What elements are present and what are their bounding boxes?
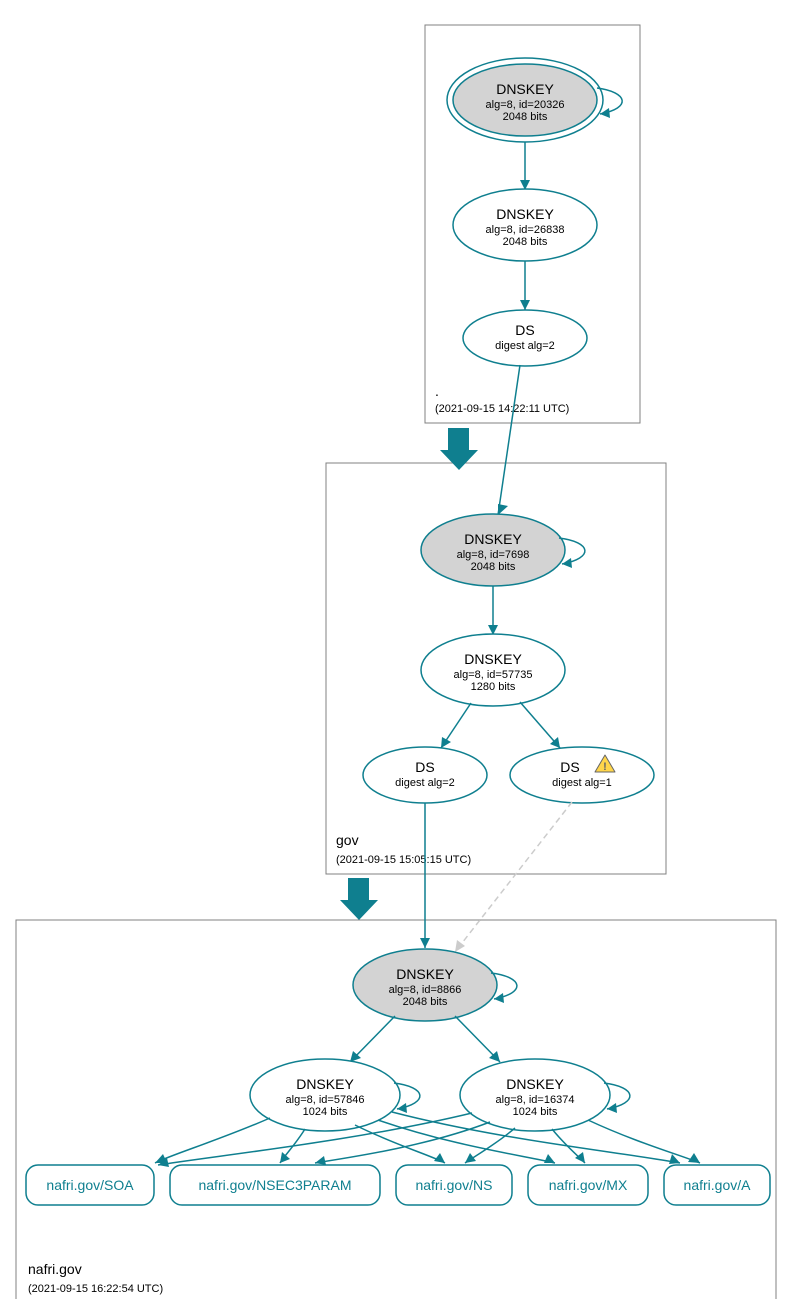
root-zsk-line2: 2048 bits	[503, 236, 548, 248]
arrow-root-ds-gov-ksk	[498, 504, 508, 515]
node-nafri-zsk2: DNSKEY alg=8, id=16374 1024 bits	[460, 1059, 610, 1131]
rr-nsec3param: nafri.gov/NSEC3PARAM	[170, 1165, 380, 1205]
arrow-gov-ds1-nafri-ksk	[455, 940, 465, 952]
node-root-zsk: DNSKEY alg=8, id=26838 2048 bits	[453, 189, 597, 261]
node-gov-ds2: DS digest alg=2	[363, 747, 487, 803]
arrow-zsk2-nsec	[315, 1156, 326, 1165]
rr-a: nafri.gov/A	[664, 1165, 770, 1205]
arrow-nafri-zsk2-self	[607, 1103, 617, 1113]
nafri-zsk2-title: DNSKEY	[506, 1076, 564, 1092]
root-ksk-line1: alg=8, id=20326	[486, 99, 565, 111]
rr-mx-label: nafri.gov/MX	[549, 1177, 628, 1193]
zone-nafri-time: (2021-09-15 16:22:54 UTC)	[28, 1283, 163, 1295]
node-root-ksk: DNSKEY alg=8, id=20326 2048 bits	[447, 58, 603, 142]
nafri-zsk2-line1: alg=8, id=16374	[496, 1094, 575, 1106]
arrow-zsk2-a	[688, 1153, 700, 1163]
root-zsk-title: DNSKEY	[496, 206, 554, 222]
nafri-zsk2-line2: 1024 bits	[513, 1106, 558, 1118]
zone-gov-label: gov	[336, 832, 359, 848]
arrow-zsk1-nsec	[280, 1152, 290, 1163]
rr-nsec3param-label: nafri.gov/NSEC3PARAM	[198, 1177, 351, 1193]
rr-ns: nafri.gov/NS	[396, 1165, 512, 1205]
gov-ds1-line1: digest alg=1	[552, 777, 612, 789]
node-root-ds: DS digest alg=2	[463, 310, 587, 366]
root-ksk-line2: 2048 bits	[503, 111, 548, 123]
node-nafri-zsk1: DNSKEY alg=8, id=57846 1024 bits	[250, 1059, 400, 1131]
root-ds-line1: digest alg=2	[495, 340, 555, 352]
zone-gov-time: (2021-09-15 15:05:15 UTC)	[336, 854, 471, 866]
gov-ds1-title: DS	[560, 759, 579, 775]
rr-soa: nafri.gov/SOA	[26, 1165, 154, 1205]
node-gov-zsk: DNSKEY alg=8, id=57735 1280 bits	[421, 634, 565, 706]
gov-zsk-line2: 1280 bits	[471, 681, 516, 693]
gov-ksk-line2: 2048 bits	[471, 561, 516, 573]
nafri-zsk1-line1: alg=8, id=57846	[286, 1094, 365, 1106]
gov-zsk-line1: alg=8, id=57735	[454, 669, 533, 681]
zone-root-label: .	[435, 383, 439, 399]
nafri-ksk-title: DNSKEY	[396, 966, 454, 982]
dnssec-diagram: . (2021-09-15 14:22:11 UTC) DNSKEY alg=8…	[0, 0, 793, 1299]
edge-zsk1-soa	[155, 1118, 270, 1163]
arrow-root-zsk-ds	[520, 300, 530, 310]
arrow-nafri-ksk-self	[494, 993, 504, 1003]
arrow-zsk1-mx	[544, 1154, 555, 1163]
nafri-ksk-line2: 2048 bits	[403, 996, 448, 1008]
node-nafri-ksk: DNSKEY alg=8, id=8866 2048 bits	[353, 949, 497, 1021]
root-ksk-title: DNSKEY	[496, 81, 554, 97]
nafri-zsk1-title: DNSKEY	[296, 1076, 354, 1092]
arrow-gov-ksk-self	[562, 558, 572, 568]
gov-ds2-line1: digest alg=2	[395, 777, 455, 789]
arrow-zsk2-ns	[465, 1153, 476, 1163]
edge-root-ds-gov-ksk	[498, 365, 520, 515]
gov-zsk-title: DNSKEY	[464, 651, 522, 667]
root-zsk-line1: alg=8, id=26838	[486, 224, 565, 236]
rr-a-label: nafri.gov/A	[684, 1177, 752, 1193]
zone-nafri-label: nafri.gov	[28, 1261, 82, 1277]
delegation-arrow-gov-nafri	[340, 878, 378, 920]
nafri-ksk-line1: alg=8, id=8866	[389, 984, 462, 996]
node-gov-ds1: DS digest alg=1 !	[510, 747, 654, 803]
gov-ksk-line1: alg=8, id=7698	[457, 549, 530, 561]
edge-gov-ds1-nafri-ksk	[455, 802, 572, 952]
edge-zsk1-ns	[355, 1125, 445, 1163]
delegation-arrow-root-gov	[440, 428, 478, 470]
svg-text:!: !	[603, 761, 607, 773]
arrow-nafri-zsk1-self	[397, 1103, 407, 1113]
node-gov-ksk: DNSKEY alg=8, id=7698 2048 bits	[421, 514, 565, 586]
root-ds-title: DS	[515, 322, 534, 338]
rr-mx: nafri.gov/MX	[528, 1165, 648, 1205]
arrow-gov-zsk-ds2	[441, 737, 451, 748]
zone-root-time: (2021-09-15 14:22:11 UTC)	[435, 403, 569, 415]
gov-ksk-title: DNSKEY	[464, 531, 522, 547]
arrow-zsk2-mx	[575, 1152, 585, 1163]
rr-soa-label: nafri.gov/SOA	[46, 1177, 134, 1193]
nafri-zsk1-line2: 1024 bits	[303, 1106, 348, 1118]
rr-ns-label: nafri.gov/NS	[415, 1177, 492, 1193]
gov-ds2-title: DS	[415, 759, 434, 775]
arrow-gov-ds2-nafri-ksk	[420, 938, 430, 948]
